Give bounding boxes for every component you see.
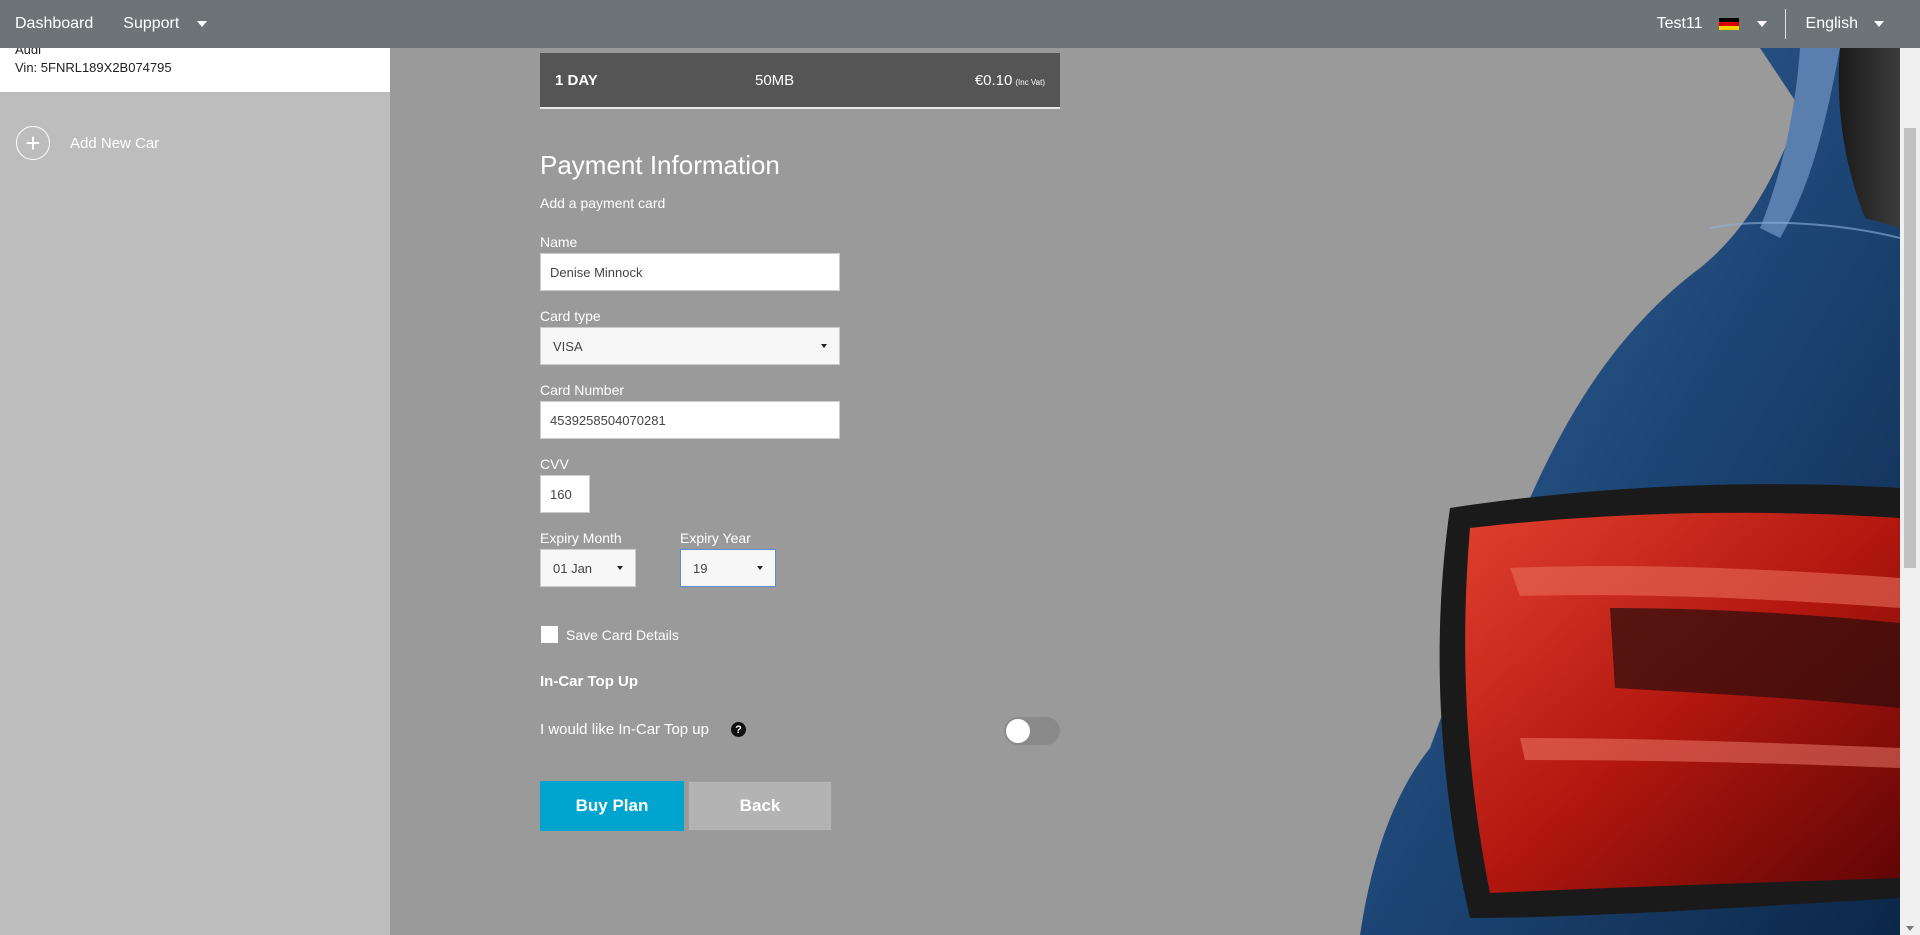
page-title: Payment Information	[540, 150, 780, 180]
cvv-field[interactable]: 160	[540, 475, 590, 513]
scroll-down-arrow-icon[interactable]	[1906, 926, 1914, 931]
nav-support-link[interactable]: Support	[108, 0, 187, 48]
card-number-field[interactable]: 4539258504070281	[540, 401, 840, 439]
user-menu-name[interactable]: Test11	[1657, 15, 1703, 33]
name-label: Name	[540, 234, 578, 250]
in-car-topup-label: I would like In-Car Top up	[540, 721, 709, 738]
card-type-label: Card type	[540, 308, 601, 324]
german-flag-icon	[1718, 17, 1739, 31]
in-car-topup-toggle[interactable]	[1004, 717, 1060, 745]
add-new-car-label: Add New Car	[70, 134, 160, 152]
user-menu-chevron-icon[interactable]	[1756, 21, 1767, 27]
support-dropdown-toggle[interactable]	[187, 0, 217, 48]
scrollbar-thumb[interactable]	[1904, 128, 1916, 568]
nav-divider	[1784, 9, 1786, 39]
in-car-topup-title: In-Car Top Up	[540, 673, 639, 690]
nav-dashboard-link[interactable]: Dashboard	[0, 0, 108, 48]
payment-subtitle: Add a payment card	[540, 195, 666, 211]
card-type-value: VISA	[553, 338, 583, 354]
save-card-label: Save Card Details	[566, 626, 679, 643]
plan-price: €0.10 (Inc Vat)	[975, 72, 1045, 89]
card-number-label: Card Number	[540, 382, 625, 398]
language-selector[interactable]: English	[1806, 15, 1858, 33]
expiry-month-label: Expiry Month	[540, 530, 622, 546]
selected-plan-bar: 1 DAY 50MB €0.10 (Inc Vat)	[540, 53, 1060, 109]
expiry-year-value: 19	[693, 560, 708, 576]
language-chevron-icon[interactable]	[1874, 21, 1884, 27]
back-button[interactable]: Back	[688, 781, 832, 831]
cvv-label: CVV	[540, 456, 569, 472]
select-caret-icon	[617, 566, 623, 570]
payment-form: Payment Information Add a payment card N…	[540, 150, 1060, 831]
sidebar: Audi Vin: 5FNRL189X2B074795 + Add New Ca…	[0, 48, 390, 935]
plan-vat-note: (Inc Vat)	[1015, 77, 1045, 87]
select-caret-icon	[757, 566, 763, 570]
car-list-item[interactable]: Audi Vin: 5FNRL189X2B074795	[0, 48, 390, 92]
page-scrollbar[interactable]	[1900, 48, 1920, 935]
car-vin: Vin: 5FNRL189X2B074795	[15, 60, 172, 75]
help-icon[interactable]: ?	[730, 722, 746, 737]
expiry-month-select[interactable]: 01 Jan	[540, 549, 636, 587]
toggle-knob	[1006, 719, 1030, 743]
chevron-down-icon	[197, 21, 208, 27]
add-new-car-button[interactable]: + Add New Car	[16, 126, 390, 160]
expiry-year-select[interactable]: 19	[680, 549, 776, 587]
plus-circle-icon: +	[16, 126, 50, 160]
select-caret-icon	[821, 344, 827, 348]
plan-duration: 1 DAY	[555, 71, 598, 89]
plan-data-allowance: 50MB	[755, 71, 795, 89]
buy-plan-button[interactable]: Buy Plan	[540, 781, 684, 831]
name-field[interactable]: Denise Minnock	[540, 253, 840, 291]
card-type-select[interactable]: VISA	[540, 327, 840, 365]
car-rear-image	[1280, 48, 1900, 935]
expiry-month-value: 01 Jan	[553, 560, 593, 576]
expiry-year-label: Expiry Year	[680, 530, 751, 546]
car-make: Audi	[15, 48, 42, 57]
top-nav-bar: Dashboard Support Test11 English	[0, 0, 1920, 48]
plan-price-value: €0.10	[974, 71, 1013, 89]
save-card-checkbox[interactable]	[540, 625, 559, 644]
